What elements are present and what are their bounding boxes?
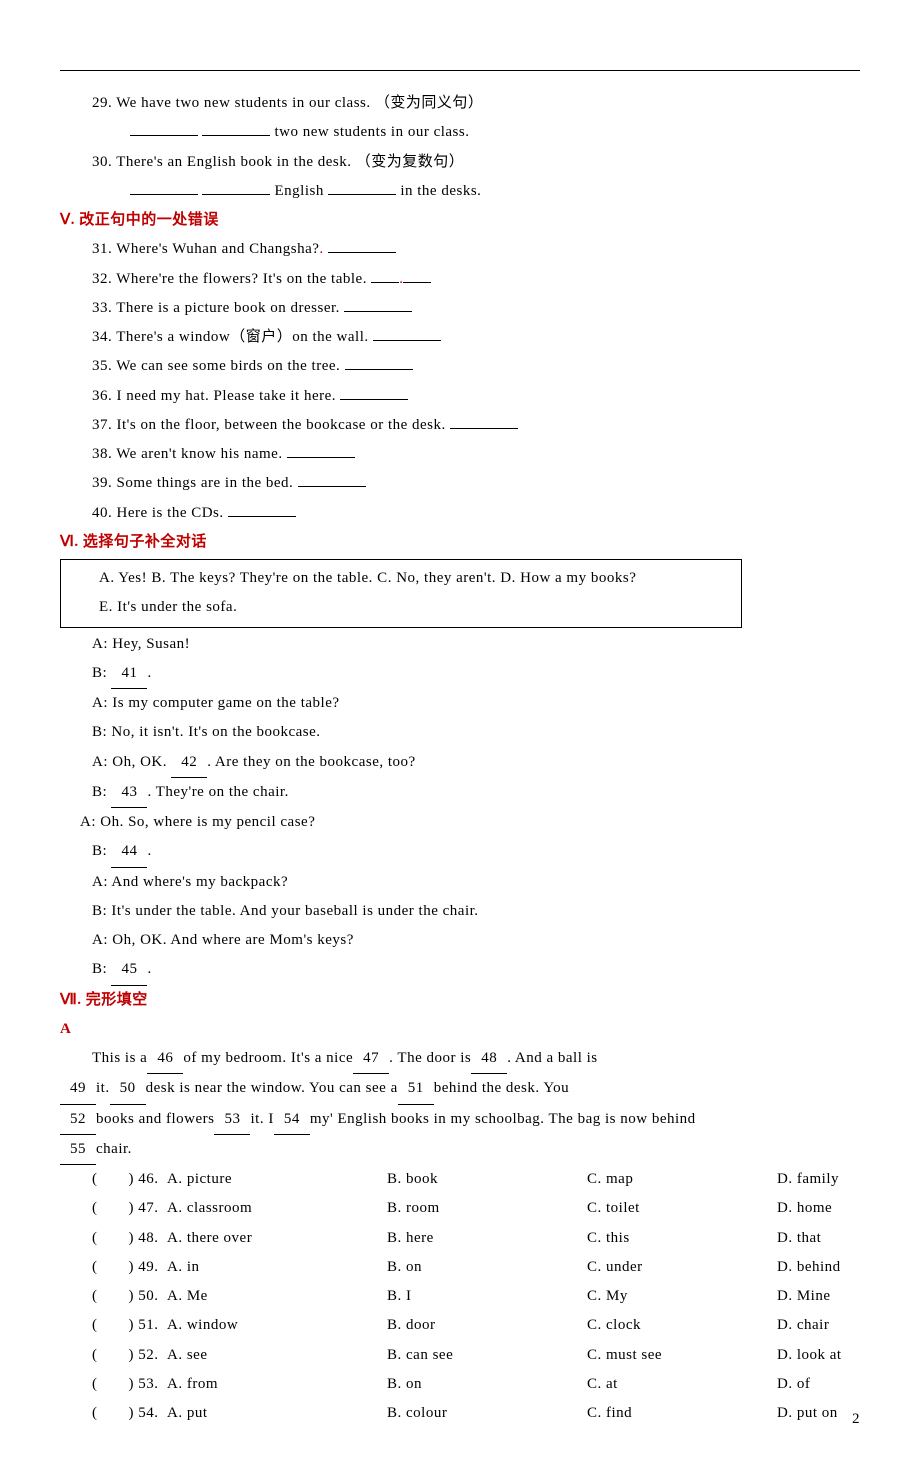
question-29-line1: 29. We have two new students in our clas… [60,89,860,118]
option-a: A. put [167,1399,387,1428]
dialogue-line-12: B: 45. [60,955,860,985]
question-38: 38. We aren't know his name. [60,440,860,469]
option-c: C. clock [587,1311,777,1340]
question-32: 32. Where're the flowers? It's on the ta… [60,265,860,294]
option-c: C. My [587,1282,777,1311]
blank [130,179,198,195]
question-34: 34. There's a window（窗户）on the wall. [60,323,860,352]
paren: ( ) 47. [92,1194,167,1223]
dialogue-line-11: A: Oh, OK. And where are Mom's keys? [60,926,860,955]
question-36: 36. I need my hat. Please take it here. [60,382,860,411]
options-line-2: E. It's under the sofa. [71,593,731,622]
cloze-option-row: ( ) 46. A. pictureB. bookC. mapD. family [60,1165,860,1194]
option-d: D. behind [777,1253,860,1282]
question-30-line1: 30. There's an English book in the desk.… [60,148,860,177]
blank [202,179,270,195]
option-b: B. here [387,1224,587,1253]
horizontal-rule [60,70,860,71]
option-a: A. Me [167,1282,387,1311]
section-5-heading: Ⅴ. 改正句中的一处错误 [60,206,860,235]
dialogue-line-2: B: 41. [60,659,860,689]
paren: ( ) 53. [92,1370,167,1399]
option-d: D. put on [777,1399,860,1428]
blank [202,120,270,136]
cloze-passage: This is a46of my bedroom. It's a nice47.… [60,1044,860,1165]
option-a: A. picture [167,1165,387,1194]
section-6-heading: Ⅵ. 选择句子补全对话 [60,528,860,557]
text: English [275,183,329,199]
option-c: C. map [587,1165,777,1194]
option-b: B. colour [387,1399,587,1428]
option-b: B. room [387,1194,587,1223]
paren: ( ) 52. [92,1341,167,1370]
option-c: C. toilet [587,1194,777,1223]
option-b: B. door [387,1311,587,1340]
blank [328,179,396,195]
cloze-option-row: ( ) 48. A. there overB. hereC. thisD. th… [60,1224,860,1253]
question-29-line2: two new students in our class. [60,118,860,147]
option-c: C. this [587,1224,777,1253]
option-b: B. on [387,1370,587,1399]
option-a: A. window [167,1311,387,1340]
dialogue-line-1: A: Hey, Susan! [60,630,860,659]
paren: ( ) 54. [92,1399,167,1428]
dialogue-line-9: A: And where's my backpack? [60,868,860,897]
option-a: A. there over [167,1224,387,1253]
section-7-subheading-a: A [60,1015,860,1044]
cloze-option-row: ( ) 53. A. fromB. onC. atD. of [60,1370,860,1399]
dialogue-options-box: A. Yes! B. The keys? They're on the tabl… [60,559,742,628]
text: in the desks. [400,183,481,199]
option-c: C. under [587,1253,777,1282]
option-a: A. classroom [167,1194,387,1223]
dialogue-line-6: B: 43. They're on the chair. [60,778,860,808]
question-35: 35. We can see some birds on the tree. [60,352,860,381]
option-b: B. I [387,1282,587,1311]
question-40: 40. Here is the CDs. [60,499,860,528]
cloze-option-row: ( ) 51. A. windowB. doorC. clockD. chair [60,1311,860,1340]
paren: ( ) 50. [92,1282,167,1311]
cloze-option-row: ( ) 52. A. seeB. can seeC. must seeD. lo… [60,1341,860,1370]
option-d: D. of [777,1370,860,1399]
dialogue-line-3: A: Is my computer game on the table? [60,689,860,718]
blank [130,120,198,136]
section-7-heading: Ⅶ. 完形填空 [60,986,860,1015]
cloze-option-row: ( ) 54. A. putB. colourC. findD. put on [60,1399,860,1428]
option-d: D. look at [777,1341,860,1370]
page-number: 2 [852,1411,860,1428]
cloze-option-row: ( ) 50. A. MeB. IC. MyD. Mine [60,1282,860,1311]
option-c: C. find [587,1399,777,1428]
text: two new students in our class. [275,124,470,140]
option-d: D. Mine [777,1282,860,1311]
dialogue-line-5: A: Oh, OK. 42. Are they on the bookcase,… [60,748,860,778]
option-a: A. from [167,1370,387,1399]
options-line-1: A. Yes! B. The keys? They're on the tabl… [71,564,731,593]
question-37: 37. It's on the floor, between the bookc… [60,411,860,440]
option-d: D. that [777,1224,860,1253]
option-d: D. family [777,1165,860,1194]
option-a: A. see [167,1341,387,1370]
dialogue-line-8: B: 44. [60,837,860,867]
question-30-line2: English in the desks. [60,177,860,206]
option-d: D. chair [777,1311,860,1340]
question-33: 33. There is a picture book on dresser. [60,294,860,323]
option-b: B. can see [387,1341,587,1370]
dialogue-line-10: B: It's under the table. And your baseba… [60,897,860,926]
paren: ( ) 49. [92,1253,167,1282]
question-39: 39. Some things are in the bed. [60,469,860,498]
cloze-options-list: ( ) 46. A. pictureB. bookC. mapD. family… [60,1165,860,1428]
option-b: B. book [387,1165,587,1194]
paren: ( ) 51. [92,1311,167,1340]
option-c: C. must see [587,1341,777,1370]
cloze-option-row: ( ) 47. A. classroomB. roomC. toiletD. h… [60,1194,860,1223]
paren: ( ) 46. [92,1165,167,1194]
option-c: C. at [587,1370,777,1399]
option-b: B. on [387,1253,587,1282]
paren: ( ) 48. [92,1224,167,1253]
cloze-option-row: ( ) 49. A. inB. onC. underD. behind [60,1253,860,1282]
dialogue-line-4: B: No, it isn't. It's on the bookcase. [60,718,860,747]
option-d: D. home [777,1194,860,1223]
question-31: 31. Where's Wuhan and Changsha?. [60,235,860,264]
option-a: A. in [167,1253,387,1282]
dialogue-line-7: A: Oh. So, where is my pencil case? [60,808,860,837]
